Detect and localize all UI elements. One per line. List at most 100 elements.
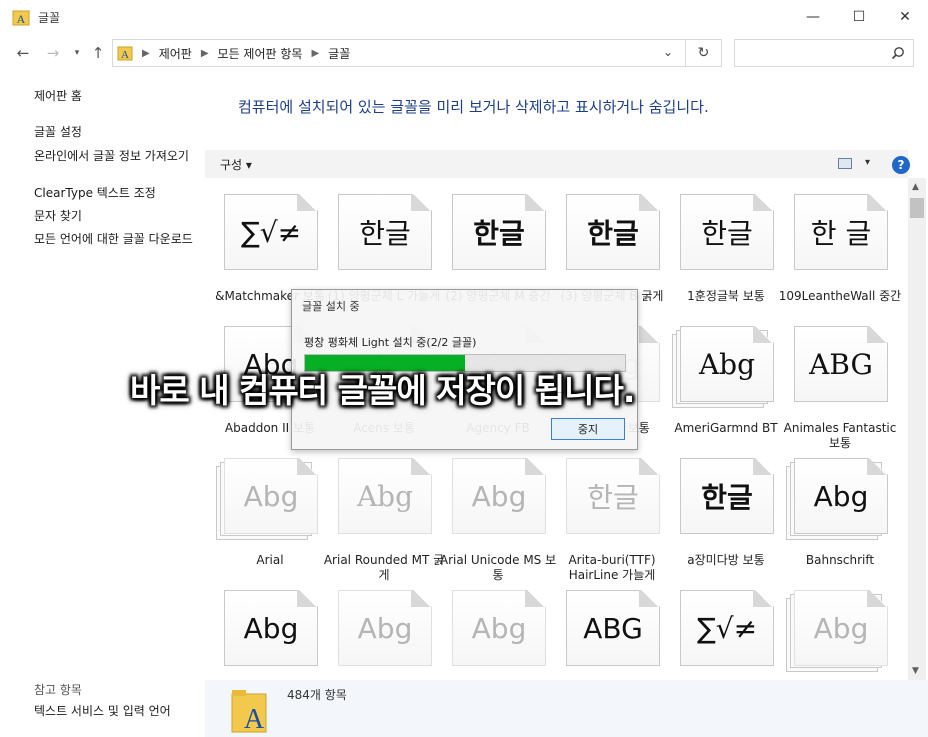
- command-bar: 구성 ▾ ▾ ?: [205, 150, 910, 178]
- see-also-heading: 참고 항목: [34, 683, 82, 697]
- font-tile[interactable]: 한글 a장미다방 보통: [676, 458, 776, 578]
- text-services-link[interactable]: 텍스트 서비스 및 입력 언어: [34, 704, 199, 718]
- font-name: Arita-buri(TTF) HairLine 가늘게: [568, 553, 656, 582]
- font-tile[interactable]: 한글 Arita-buri(TTF) HairLine 가늘게: [562, 458, 662, 582]
- font-preview-icon: Abg: [338, 590, 432, 666]
- chevron-down-icon[interactable]: ⌄: [663, 45, 673, 59]
- font-preview-icon: ∑√≠: [680, 590, 774, 666]
- scroll-up-icon[interactable]: ▲: [912, 182, 919, 192]
- address-bar[interactable]: A ▶ 제어판 ▶ 모든 제어판 항목 ▶ 글꼴 ⌄ ↻: [112, 39, 722, 67]
- search-icon[interactable]: [891, 46, 905, 60]
- dialog-message: 평창 평화체 Light 설치 중(2/2 글꼴): [304, 336, 477, 349]
- font-preview-icon: Abg: [452, 590, 546, 666]
- font-preview-icon: 한글: [680, 194, 774, 270]
- svg-text:A: A: [17, 12, 26, 26]
- font-sample: ∑√≠: [696, 611, 758, 645]
- dialog-title: 글꼴 설치 중: [302, 300, 360, 313]
- font-sample: Abg: [243, 611, 299, 645]
- fonts-folder-icon: A: [231, 690, 267, 734]
- font-sample: ∑√≠: [240, 215, 302, 249]
- font-tile[interactable]: Abg Arial: [216, 458, 320, 578]
- font-preview-icon: Abg: [786, 458, 888, 540]
- font-name: Arial: [256, 553, 284, 567]
- refresh-icon[interactable]: ↻: [685, 40, 721, 66]
- help-icon[interactable]: ?: [892, 156, 910, 174]
- font-sample: Abg: [243, 479, 299, 513]
- font-preview-icon: 한글: [338, 194, 432, 270]
- font-preview-icon: 한글: [680, 458, 774, 534]
- font-sample: 한 글: [810, 217, 872, 250]
- back-arrow-icon[interactable]: ←: [12, 42, 34, 64]
- svg-text:A: A: [121, 49, 129, 61]
- font-preview-icon: Abg: [216, 458, 318, 540]
- font-name: Animales Fantastic 보통: [783, 421, 897, 450]
- chevron-right-icon: ▶: [200, 47, 209, 59]
- cleartype-tuner-link[interactable]: ClearType 텍스트 조정: [34, 186, 199, 200]
- font-name: Arial Unicode MS 보통: [439, 553, 557, 582]
- scroll-down-icon[interactable]: ▼: [912, 666, 919, 676]
- font-sample: ABG: [583, 611, 643, 645]
- breadcrumb-fonts[interactable]: 글꼴: [328, 45, 350, 62]
- title-bar: A 글꼴 — ☐ ✕: [0, 0, 928, 34]
- character-map-link[interactable]: 문자 찾기: [34, 209, 199, 223]
- font-settings-link[interactable]: 글꼴 설정: [34, 125, 199, 139]
- font-tile[interactable]: Abg Arial Rounded MT 굵게: [324, 458, 444, 582]
- font-tile[interactable]: Abg Arial Unicode MS 보통: [440, 458, 556, 582]
- font-sample: 한글: [701, 217, 753, 250]
- breadcrumb-all-items[interactable]: 모든 제어판 항목: [218, 45, 303, 62]
- chevron-down-icon[interactable]: ▾: [865, 157, 870, 168]
- font-preview-icon: ∑√≠: [224, 194, 318, 270]
- view-options-icon[interactable]: [838, 158, 852, 169]
- fonts-folder-icon: A: [117, 46, 133, 61]
- breadcrumb-control-panel[interactable]: 제어판: [159, 45, 192, 62]
- minimize-button[interactable]: —: [790, 0, 836, 34]
- font-sample: Abg: [813, 611, 869, 645]
- font-tile[interactable]: 한 글 109LeantheWall 중간: [779, 194, 901, 314]
- window-title: 글꼴: [38, 10, 61, 25]
- font-tile[interactable]: 한글 1훈정글북 보통: [676, 194, 776, 314]
- maximize-button[interactable]: ☐: [836, 0, 882, 34]
- up-arrow-icon[interactable]: ↑: [87, 42, 109, 64]
- stop-button[interactable]: 중지: [551, 418, 625, 440]
- font-preview-icon: ABG: [794, 326, 888, 402]
- font-preview-icon: Abg: [672, 326, 774, 408]
- svg-text:A: A: [244, 704, 265, 734]
- font-name: Arial Rounded MT 굵게: [323, 553, 445, 582]
- font-sample: 한글: [473, 217, 525, 250]
- font-name: AmeriGarmnd BT: [674, 421, 778, 435]
- font-sample: ABG: [809, 347, 873, 381]
- control-panel-home-link[interactable]: 제어판 홈: [34, 89, 199, 103]
- font-preview-icon: Abg: [338, 458, 432, 534]
- search-box[interactable]: [734, 39, 914, 67]
- navigation-bar: ← → ▾ ↑ A ▶ 제어판 ▶ 모든 제어판 항목 ▶ 글꼴 ⌄ ↻: [0, 36, 928, 70]
- font-preview-icon: Abg: [224, 590, 318, 666]
- font-tile[interactable]: ABG Animales Fantastic 보통: [784, 326, 896, 450]
- chevron-right-icon: ▶: [311, 47, 320, 59]
- font-preview-icon: Abg: [786, 590, 888, 672]
- font-tile[interactable]: Abg Bahnschrift: [786, 458, 890, 578]
- font-sample: 한글: [587, 217, 639, 250]
- recent-dropdown-icon[interactable]: ▾: [66, 42, 88, 64]
- scrollbar-thumb[interactable]: [910, 198, 924, 218]
- vertical-scrollbar[interactable]: ▲ ▼: [908, 178, 926, 680]
- font-preview-icon: ABG: [566, 590, 660, 666]
- item-count: 484개 항목: [287, 688, 347, 702]
- close-button[interactable]: ✕: [882, 0, 928, 34]
- get-font-info-online-link[interactable]: 온라인에서 글꼴 정보 가져오기: [34, 149, 199, 163]
- organize-button[interactable]: 구성 ▾: [220, 156, 252, 173]
- font-name: 1훈정글북 보통: [687, 289, 765, 303]
- font-sample: Abg: [357, 611, 413, 645]
- font-preview-icon: Abg: [452, 458, 546, 534]
- download-fonts-all-languages-link[interactable]: 모든 언어에 대한 글꼴 다운로드: [34, 232, 199, 246]
- font-sample: 한글: [701, 481, 753, 514]
- overlay-caption: 바로 내 컴퓨터 글꼴에 저장이 됩니다.: [130, 371, 635, 410]
- search-input[interactable]: [739, 41, 889, 65]
- font-name: a장미다방 보통: [687, 553, 765, 567]
- font-preview-icon: 한글: [566, 194, 660, 270]
- forward-arrow-icon[interactable]: →: [42, 42, 64, 64]
- font-preview-icon: 한글: [452, 194, 546, 270]
- font-sample: Abg: [471, 479, 527, 513]
- font-sample: Abg: [813, 479, 869, 513]
- font-tile[interactable]: Abg AmeriGarmnd BT: [672, 326, 778, 446]
- font-preview-icon: 한글: [566, 458, 660, 534]
